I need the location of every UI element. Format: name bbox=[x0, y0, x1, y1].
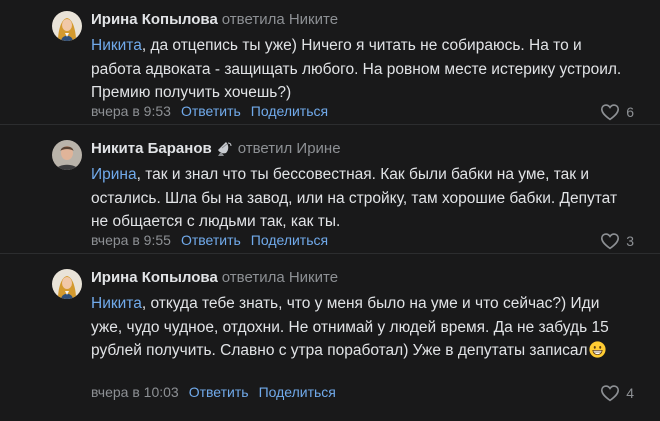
reply-to-label: ответила Никите bbox=[221, 269, 339, 286]
reply-to-label: ответила Никите bbox=[221, 11, 339, 28]
comment-time[interactable]: вчера в 10:03 bbox=[91, 384, 179, 400]
mention-link[interactable]: Никита bbox=[91, 295, 142, 312]
like-button[interactable]: 6 bbox=[600, 103, 634, 121]
like-button[interactable]: 3 bbox=[600, 232, 634, 250]
divider bbox=[0, 253, 660, 254]
comment-text: Никита, да отцепись ты уже) Ничего я чит… bbox=[91, 34, 631, 105]
man-avatar-icon[interactable] bbox=[52, 140, 82, 170]
reply-button[interactable]: Ответить bbox=[181, 103, 241, 119]
woman-avatar-icon[interactable] bbox=[52, 269, 82, 299]
comment-time[interactable]: вчера в 9:55 bbox=[91, 232, 171, 248]
reply-button[interactable]: Ответить bbox=[181, 232, 241, 248]
share-button[interactable]: Поделиться bbox=[251, 232, 328, 248]
heart-icon bbox=[601, 233, 620, 250]
author-name[interactable]: Ирина Копылова bbox=[91, 11, 218, 28]
grinning-face-emoji bbox=[589, 341, 606, 358]
like-button[interactable]: 4 bbox=[600, 384, 634, 402]
comment-meta: вчера в 10:03 Ответить Поделиться bbox=[91, 384, 336, 401]
mention-link[interactable]: Ирина bbox=[91, 166, 137, 183]
comment-header: Никита Баранов ответил Ирине bbox=[91, 140, 341, 161]
comment-text: Никита, откуда тебе знать, что у меня бы… bbox=[91, 292, 631, 363]
heart-icon bbox=[601, 104, 620, 121]
satellite-dish-icon bbox=[216, 140, 234, 161]
comment-header: Ирина Копылова ответила Никите bbox=[91, 269, 338, 287]
like-count: 6 bbox=[626, 103, 634, 120]
comments-feed: Ирина Копылова ответила Никите Никита, да… bbox=[0, 0, 660, 421]
author-name[interactable]: Никита Баранов bbox=[91, 140, 212, 157]
like-count: 4 bbox=[626, 384, 634, 401]
comment-body: , так и знал что ты бессовестная. Как бы… bbox=[91, 166, 618, 230]
comment-body: , да отцепись ты уже) Ничего я читать не… bbox=[91, 37, 622, 101]
reply-button[interactable]: Ответить bbox=[189, 384, 249, 400]
share-button[interactable]: Поделиться bbox=[251, 103, 328, 119]
like-count: 3 bbox=[626, 232, 634, 249]
woman-avatar-icon[interactable] bbox=[52, 11, 82, 41]
heart-icon bbox=[601, 385, 620, 402]
comment-body: , откуда тебе знать, что у меня было на … bbox=[91, 295, 609, 359]
share-button[interactable]: Поделиться bbox=[259, 384, 336, 400]
comment-header: Ирина Копылова ответила Никите bbox=[91, 11, 338, 29]
comment-meta: вчера в 9:53 Ответить Поделиться bbox=[91, 103, 328, 120]
mention-link[interactable]: Никита bbox=[91, 37, 142, 54]
divider bbox=[0, 124, 660, 125]
comment-meta: вчера в 9:55 Ответить Поделиться bbox=[91, 232, 328, 249]
comment-text: Ирина, так и знал что ты бессовестная. К… bbox=[91, 163, 631, 234]
reply-to-label: ответил Ирине bbox=[237, 140, 341, 157]
comment-time[interactable]: вчера в 9:53 bbox=[91, 103, 171, 119]
author-name[interactable]: Ирина Копылова bbox=[91, 269, 218, 286]
